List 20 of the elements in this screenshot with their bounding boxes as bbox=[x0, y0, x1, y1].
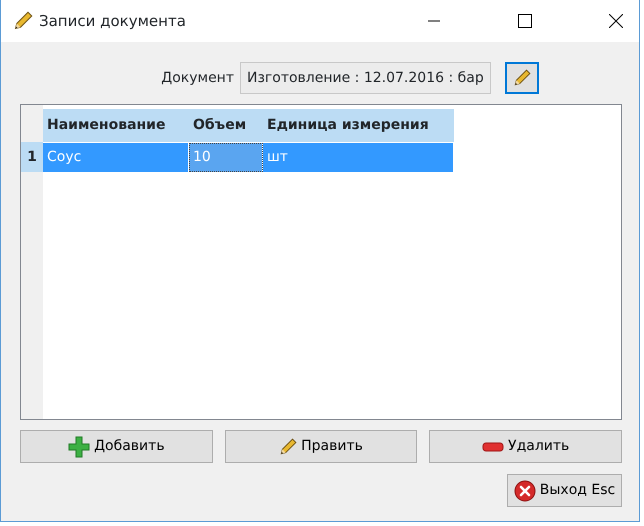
column-header: Наименование bbox=[46, 116, 166, 135]
edit-button[interactable]: Править bbox=[224, 430, 418, 463]
app-icon bbox=[13, 11, 33, 31]
maximize-icon bbox=[518, 14, 532, 28]
close-icon bbox=[609, 14, 623, 28]
pencil-icon bbox=[279, 438, 298, 456]
document-field[interactable]: Изготовление : 12.07.2016 : бар bbox=[240, 62, 491, 94]
window-title: Записи документа bbox=[39, 10, 186, 32]
minus-icon bbox=[482, 442, 504, 452]
row-number: 1 bbox=[21, 142, 43, 172]
edit-document-button[interactable] bbox=[504, 62, 539, 94]
add-button[interactable]: Добавить bbox=[20, 430, 213, 463]
column-header: Единица измерения bbox=[266, 116, 430, 135]
delete-button[interactable]: Удалить bbox=[429, 430, 622, 463]
pencil-icon bbox=[512, 69, 531, 87]
document-label: Документ bbox=[161, 68, 234, 88]
exit-button[interactable]: Выход Esc bbox=[507, 474, 622, 507]
column-header: Объем bbox=[192, 116, 248, 135]
plus-icon bbox=[68, 436, 90, 458]
close-icon bbox=[514, 480, 536, 502]
